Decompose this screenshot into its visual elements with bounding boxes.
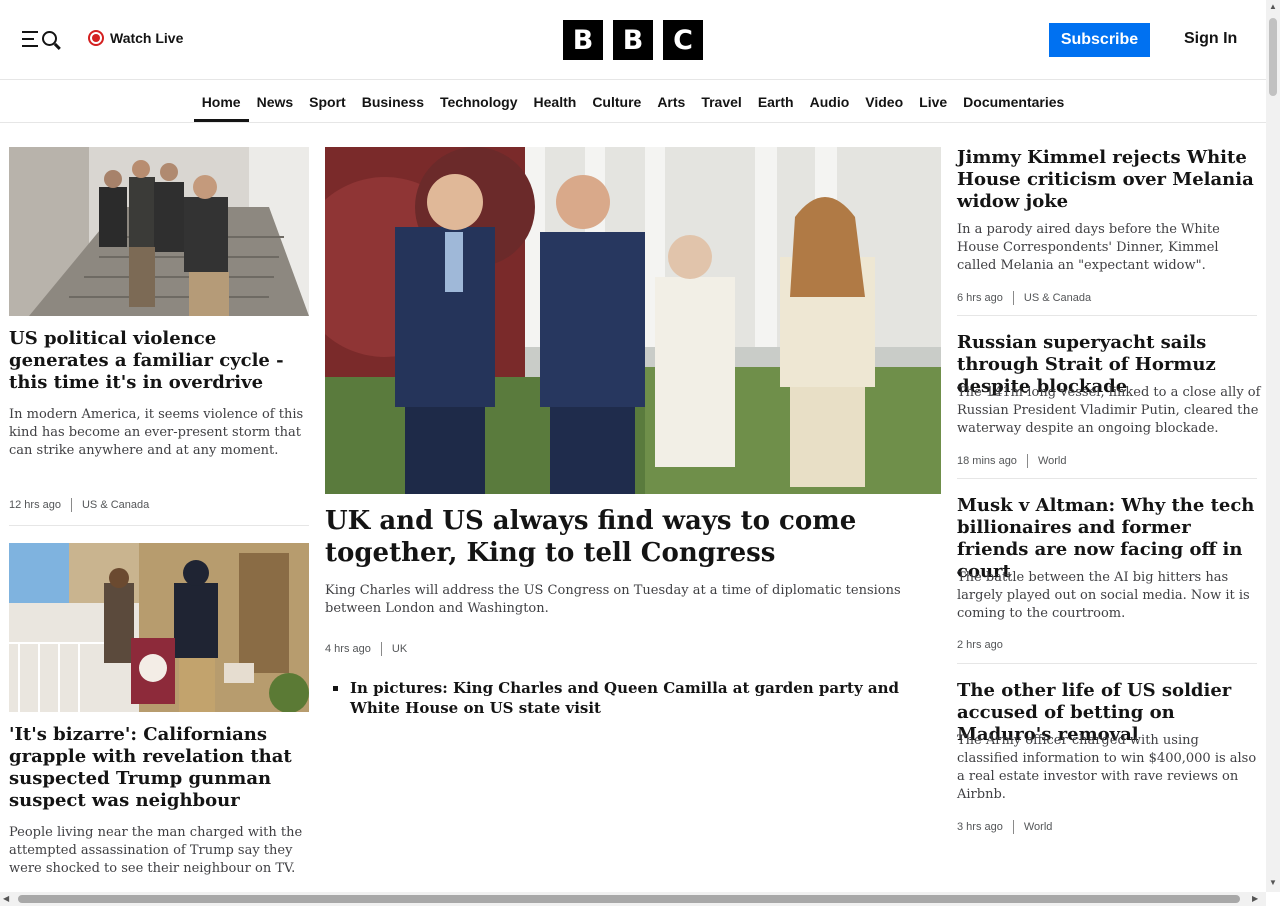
story-title[interactable]: US political violence generates a famili… — [9, 328, 299, 394]
watch-live-link[interactable]: Watch Live — [88, 30, 183, 46]
lead-story-summary: King Charles will address the US Congres… — [325, 583, 901, 616]
nav-earth[interactable]: Earth — [750, 81, 802, 122]
meta-divider — [1026, 454, 1028, 468]
story-section-link[interactable]: US & Canada — [82, 499, 149, 511]
bullet-icon — [333, 686, 338, 691]
scroll-right-icon[interactable]: ▶ — [1252, 894, 1258, 903]
story-divider — [957, 478, 1257, 479]
search-icon — [42, 31, 57, 46]
bbc-logo[interactable]: B B C — [563, 20, 703, 60]
related-link[interactable]: In pictures: King Charles and Queen Cami… — [333, 678, 943, 718]
logo-letter-c: C — [663, 20, 703, 60]
story-image-fbi-agents-stairs[interactable] — [9, 147, 309, 316]
lead-story-title[interactable]: UK and US always find ways to come toget… — [325, 505, 945, 569]
story-meta: 6 hrs ago US & Canada — [957, 291, 1091, 305]
lead-story-meta: 4 hrs ago UK — [325, 642, 407, 656]
nav-arts[interactable]: Arts — [649, 81, 693, 122]
story-image-fbi-neighbourhood[interactable] — [9, 543, 309, 712]
story-section-link[interactable]: World — [1024, 821, 1053, 833]
story-meta: 12 hrs ago US & Canada — [9, 498, 149, 512]
nav-technology[interactable]: Technology — [432, 81, 526, 122]
nav-documentaries[interactable]: Documentaries — [955, 81, 1072, 122]
nav-news[interactable]: News — [249, 81, 302, 122]
nav-sport[interactable]: Sport — [301, 81, 354, 122]
story-divider — [957, 663, 1257, 664]
nav-live[interactable]: Live — [911, 81, 955, 122]
nav-business[interactable]: Business — [354, 81, 432, 122]
logo-letter-b1: B — [563, 20, 603, 60]
story-title[interactable]: Jimmy Kimmel rejects White House critici… — [957, 147, 1257, 213]
story-summary: People living near the man charged with … — [9, 825, 303, 876]
primary-nav: Home News Sport Business Technology Heal… — [0, 81, 1266, 123]
meta-divider — [1012, 820, 1014, 834]
live-icon — [88, 30, 104, 46]
scroll-up-icon[interactable]: ▲ — [1269, 2, 1277, 11]
story-section-link[interactable]: UK — [392, 643, 407, 655]
masthead: Watch Live B B C Subscribe Sign In — [0, 0, 1266, 80]
story-meta: 18 mins ago World — [957, 454, 1066, 468]
menu-icon — [22, 31, 38, 52]
story-time: 18 mins ago — [957, 455, 1017, 467]
story-summary: The 141m-long vessel, linked to a close … — [957, 385, 1261, 436]
nav-health[interactable]: Health — [526, 81, 585, 122]
story-time: 6 hrs ago — [957, 292, 1003, 304]
story-divider — [9, 525, 309, 526]
horizontal-scrollbar[interactable]: ◀ ▶ — [0, 892, 1266, 906]
subscribe-button[interactable]: Subscribe — [1049, 23, 1150, 57]
menu-search-button[interactable] — [22, 28, 62, 50]
vertical-scrollbar[interactable]: ▲ ▼ — [1266, 0, 1280, 892]
scroll-left-icon[interactable]: ◀ — [3, 894, 9, 903]
meta-divider — [70, 498, 72, 512]
nav-audio[interactable]: Audio — [802, 81, 858, 122]
story-meta: 2 hrs ago — [957, 639, 1003, 651]
meta-divider — [1012, 291, 1014, 305]
story-summary: The battle between the AI big hitters ha… — [957, 570, 1250, 621]
story-title[interactable]: 'It's bizarre': Californians grapple wit… — [9, 724, 299, 812]
sign-in-link[interactable]: Sign In — [1184, 30, 1237, 48]
story-section-link[interactable]: US & Canada — [1024, 292, 1091, 304]
horizontal-scroll-thumb[interactable] — [18, 895, 1240, 903]
story-summary: The Army officer charged with using clas… — [957, 733, 1257, 802]
story-time: 12 hrs ago — [9, 499, 61, 511]
scroll-down-icon[interactable]: ▼ — [1269, 878, 1277, 887]
watch-live-label: Watch Live — [110, 30, 184, 46]
story-time: 3 hrs ago — [957, 821, 1003, 833]
story-summary: In a parody aired days before the White … — [957, 222, 1220, 273]
nav-home[interactable]: Home — [193, 81, 249, 122]
story-time: 2 hrs ago — [957, 639, 1003, 651]
story-section-link[interactable]: World — [1038, 455, 1067, 467]
lead-story-image-king-white-house[interactable] — [325, 147, 941, 494]
nav-video[interactable]: Video — [857, 81, 911, 122]
nav-travel[interactable]: Travel — [693, 81, 749, 122]
story-time: 4 hrs ago — [325, 643, 371, 655]
nav-culture[interactable]: Culture — [584, 81, 649, 122]
vertical-scroll-thumb[interactable] — [1269, 18, 1277, 96]
story-meta: 3 hrs ago World — [957, 820, 1052, 834]
logo-letter-b2: B — [613, 20, 653, 60]
story-divider — [957, 315, 1257, 316]
meta-divider — [380, 642, 382, 656]
story-summary: In modern America, it seems violence of … — [9, 407, 304, 458]
related-link-label: In pictures: King Charles and Queen Cami… — [350, 679, 899, 717]
